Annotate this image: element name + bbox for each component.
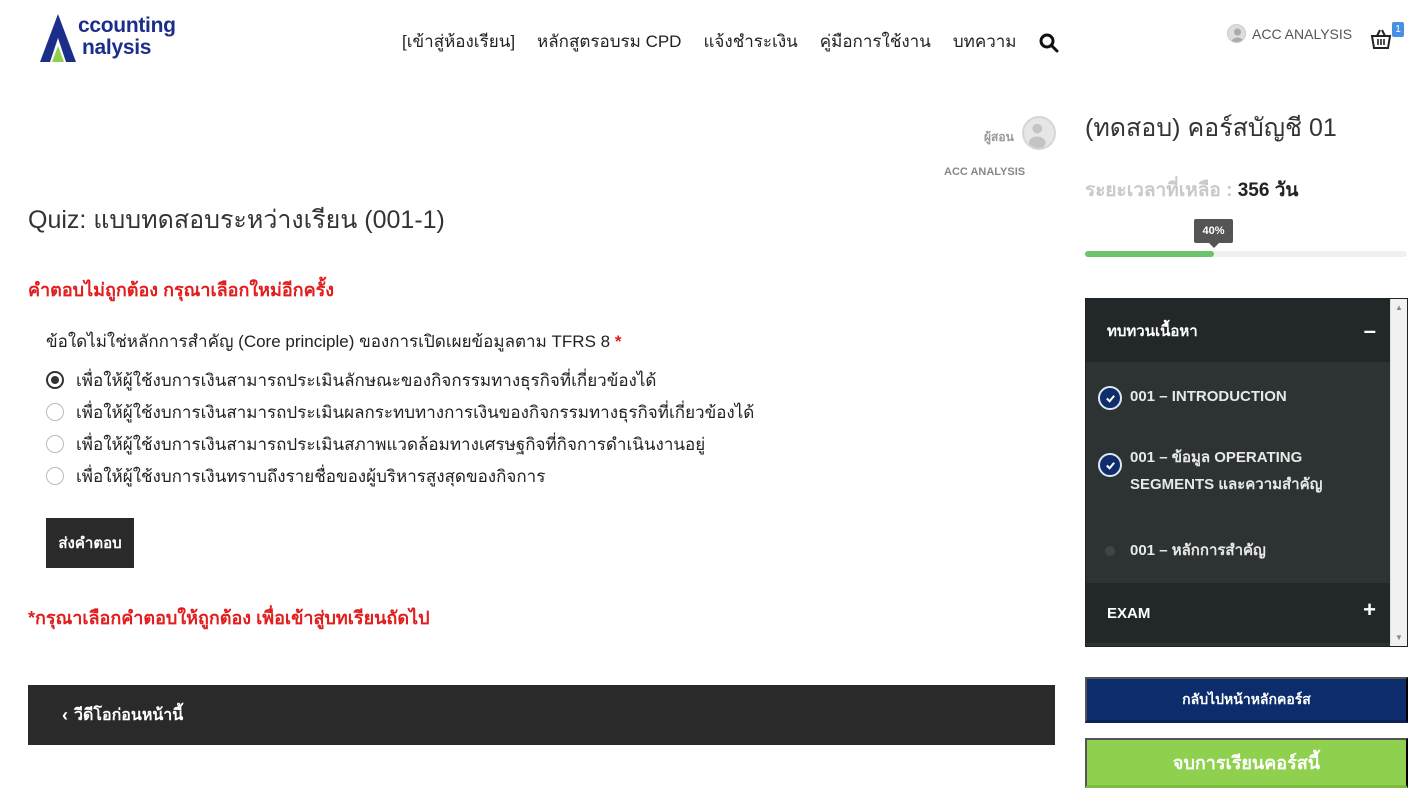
basket-icon[interactable] (1370, 28, 1392, 50)
user-menu[interactable]: ACC ANALYSIS (1227, 24, 1352, 43)
section-header-review[interactable]: ทบทวนเนื้อหา – (1086, 299, 1390, 362)
nav-manual[interactable]: คู่มือการใช้งาน (820, 28, 931, 55)
user-name: ACC ANALYSIS (1252, 25, 1353, 42)
submit-answer-button[interactable]: ส่งคำตอบ (46, 518, 134, 568)
previous-video-label: วีดีโอก่อนหน้านี้ (74, 706, 184, 724)
progress-tooltip: 40% (1194, 219, 1233, 248)
chevron-left-icon: ‹ (62, 704, 68, 725)
logo-text-line2: nalysis (82, 36, 152, 59)
site-logo[interactable]: ccounting nalysis (38, 12, 178, 64)
user-avatar-icon (1227, 24, 1246, 43)
check-icon (1098, 386, 1122, 410)
radio-button[interactable] (46, 435, 64, 453)
lesson-item[interactable]: 001 – INTRODUCTION (1086, 383, 1390, 413)
answer-option[interactable]: เพื่อให้ผู้ใช้งบการเงินสามารถประเมินผลกร… (46, 396, 754, 428)
question-text: ข้อใดไม่ใช่หลักการสำคัญ (Core principle)… (46, 332, 611, 351)
quiz-title: Quiz: แบบทดสอบระหว่างเรียน (001-1) (28, 206, 445, 234)
instructor-avatar-icon (1022, 116, 1056, 150)
curriculum-panel: ทบทวนเนื้อหา – 001 – INTRODUCTION 001 – … (1085, 298, 1408, 647)
lesson-label: 001 – หลักการสำคัญ (1130, 542, 1266, 559)
logo-a-icon (40, 14, 76, 62)
time-remaining: ระยะเวลาที่เหลือ : 356 วัน (1085, 175, 1298, 205)
radio-button[interactable] (46, 371, 64, 389)
course-progress-fill (1085, 251, 1214, 257)
lesson-pending-dot (1105, 546, 1115, 556)
answer-option-label: เพื่อให้ผู้ใช้งบการเงินสามารถประเมินลักษ… (76, 370, 657, 390)
finish-course-button[interactable]: จบการเรียนคอร์สนี้ (1085, 738, 1408, 788)
site-header: ccounting nalysis [เข้าสู่ห้องเรียน] หลั… (0, 0, 1423, 80)
check-icon (1098, 453, 1122, 477)
instructor-label: ผู้สอน (984, 130, 1014, 144)
answer-option-label: เพื่อให้ผู้ใช้งบการเงินสามารถประเมินผลกร… (76, 402, 755, 422)
time-remaining-label: ระยะเวลาที่เหลือ : (1085, 180, 1233, 201)
quiz-error-message: คำตอบไม่ถูกต้อง กรุณาเลือกใหม่อีกครั้ง (28, 280, 335, 300)
course-title: (ทดสอบ) คอร์สบัญชี 01 (1085, 114, 1337, 142)
lesson-label: 001 – ข้อมูล OPERATING SEGMENTS และความส… (1130, 449, 1323, 493)
answer-option-label: เพื่อให้ผู้ใช้งบการเงินสามารถประเมินสภาพ… (76, 434, 706, 454)
lesson-label: 001 – INTRODUCTION (1130, 388, 1287, 405)
section-title: ทบทวนเนื้อหา (1107, 322, 1198, 340)
quiz-question: ข้อใดไม่ใช่หลักการสำคัญ (Core principle)… (46, 328, 621, 355)
curriculum-scrollbar[interactable]: ▲ ▼ (1390, 299, 1407, 646)
search-icon[interactable] (1039, 33, 1059, 53)
main-nav: [เข้าสู่ห้องเรียน] หลักสูตรอบรม CPD แจ้ง… (402, 28, 1059, 55)
required-mark: * (614, 332, 622, 351)
section-header-exam[interactable]: EXAM + (1086, 583, 1390, 643)
logo-text-line1: ccounting (78, 14, 176, 37)
scroll-down-icon[interactable]: ▼ (1395, 633, 1403, 642)
answer-option[interactable]: เพื่อให้ผู้ใช้งบการเงินสามารถประเมินลักษ… (46, 364, 754, 396)
course-progress-bar (1085, 251, 1407, 257)
expand-icon[interactable]: + (1363, 597, 1376, 623)
answer-option[interactable]: เพื่อให้ผู้ใช้งบการเงินทราบถึงรายชื่อของ… (46, 460, 754, 492)
answer-options: เพื่อให้ผู้ใช้งบการเงินสามารถประเมินลักษ… (46, 364, 754, 492)
lesson-item[interactable]: 001 – หลักการสำคัญ (1086, 537, 1390, 567)
quiz-note: *กรุณาเลือกคำตอบให้ถูกต้อง เพื่อเข้าสู่บ… (28, 608, 430, 628)
instructor-name: ACC ANALYSIS (944, 166, 1026, 178)
collapse-icon[interactable]: – (1364, 318, 1376, 344)
scroll-up-icon[interactable]: ▲ (1395, 303, 1403, 312)
back-to-course-button[interactable]: กลับไปหน้าหลักคอร์ส (1085, 677, 1408, 723)
radio-button[interactable] (46, 467, 64, 485)
radio-button[interactable] (46, 403, 64, 421)
nav-payment[interactable]: แจ้งชำระเงิน (703, 28, 797, 55)
nav-cpd-courses[interactable]: หลักสูตรอบรม CPD (537, 28, 681, 55)
time-remaining-value: 356 วัน (1237, 180, 1299, 201)
answer-option[interactable]: เพื่อให้ผู้ใช้งบการเงินสามารถประเมินสภาพ… (46, 428, 754, 460)
nav-classroom[interactable]: [เข้าสู่ห้องเรียน] (402, 28, 515, 55)
exam-title: EXAM (1107, 604, 1151, 622)
lesson-item[interactable]: 001 – ข้อมูล OPERATING SEGMENTS และความส… (1086, 444, 1390, 500)
answer-option-label: เพื่อให้ผู้ใช้งบการเงินทราบถึงรายชื่อของ… (76, 466, 546, 486)
previous-video-button[interactable]: ‹ วีดีโอก่อนหน้านี้ (28, 685, 1055, 745)
cart-count-badge: 1 (1392, 22, 1404, 37)
nav-articles[interactable]: บทความ (953, 28, 1017, 55)
